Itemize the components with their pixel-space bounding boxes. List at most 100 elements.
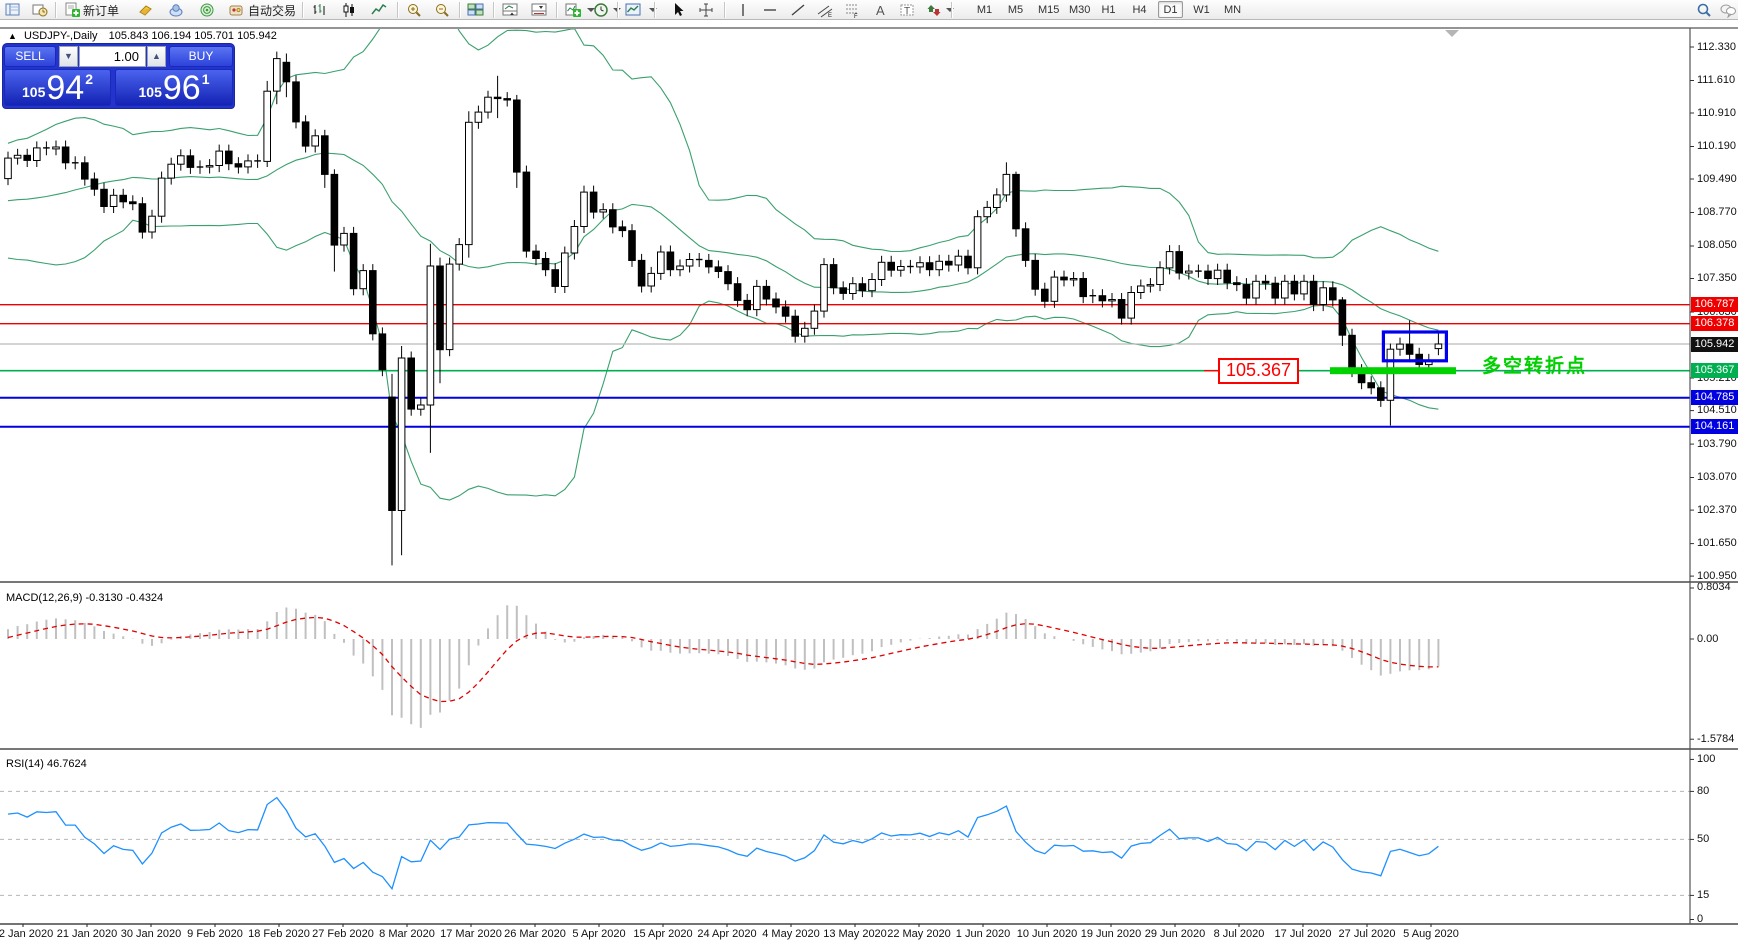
toolbar-separator — [459, 2, 461, 18]
price-tick-label: 109.490 — [1697, 172, 1737, 185]
price-level-badge: 104.161 — [1691, 419, 1738, 435]
toolbar: 新订单 自动交易 E F A T M1 M5 M15 M30 H1 H4 D1 W1 MN — [0, 0, 1738, 20]
timeframe-d1-button[interactable]: D1 — [1158, 1, 1183, 18]
date-tick-label: 15 Apr 2020 — [633, 928, 693, 940]
price-level-badge: 106.787 — [1691, 297, 1738, 313]
sell-price-handle: 105 — [22, 84, 46, 100]
volume-up-button[interactable]: ▲ — [147, 46, 166, 67]
rsi-tick-label: 15 — [1697, 888, 1710, 901]
price-tick-label: 111.610 — [1697, 73, 1736, 86]
timeframe-h1-button[interactable]: H1 — [1096, 1, 1121, 18]
chart-canvas[interactable] — [0, 0, 1738, 946]
timeframe-m5-button[interactable]: M5 — [1003, 1, 1028, 18]
tile-windows-icon[interactable] — [465, 1, 485, 19]
signals-icon[interactable] — [197, 1, 217, 19]
cursor-icon[interactable] — [668, 1, 688, 19]
mt4-window: 新订单 自动交易 E F A T M1 M5 M15 M30 H1 H4 D1 W1 MN ▲ USDJPY… — [0, 0, 1738, 946]
date-tick-label: 27 Jul 2020 — [1338, 928, 1396, 940]
price-level-badge: 105.942 — [1691, 336, 1738, 352]
date-tick-label: 18 Feb 2020 — [248, 928, 310, 940]
toolbar-separator — [951, 2, 953, 18]
support-price-label[interactable]: 105.367 — [1218, 358, 1300, 385]
timeframe-w1-button[interactable]: W1 — [1189, 1, 1214, 18]
trend-turning-point-note[interactable]: 多空转折点 — [1482, 351, 1587, 378]
timeframe-h4-button[interactable]: H4 — [1127, 1, 1152, 18]
price-level-badge: 104.785 — [1691, 390, 1738, 406]
volume-down-button[interactable]: ▼ — [59, 46, 78, 67]
zoom-in-icon[interactable] — [404, 1, 424, 19]
text-icon[interactable]: A — [870, 1, 890, 19]
toolbar-separator — [654, 2, 656, 18]
price-tick-label: 100.950 — [1697, 569, 1737, 582]
rsi-tick-label: 80 — [1697, 784, 1710, 797]
strategy-tester-icon[interactable] — [30, 1, 50, 19]
timeframe-m15-button[interactable]: M15 — [1034, 1, 1063, 18]
toolbar-separator — [493, 2, 495, 18]
date-tick-label: 30 Jan 2020 — [120, 928, 182, 940]
volume-input[interactable] — [79, 46, 146, 67]
date-tick-label: 12 Jan 2020 — [0, 928, 54, 940]
buy-price-handle: 105 — [138, 84, 162, 100]
toolbar-separator — [556, 2, 558, 18]
date-tick-label: 29 Jun 2020 — [1144, 928, 1206, 940]
autotrading-button-label[interactable]: 自动交易 — [248, 1, 296, 19]
price-tick-label: 108.770 — [1697, 206, 1737, 219]
date-tick-label: 26 Mar 2020 — [504, 928, 566, 940]
date-tick-label: 10 Jun 2020 — [1016, 928, 1078, 940]
bar-chart-icon[interactable] — [309, 1, 329, 19]
new-order-button-label[interactable]: 新订单 — [83, 1, 119, 19]
rsi-pane-label: RSI(14) 46.7624 — [6, 758, 87, 770]
price-tick-label: 112.330 — [1697, 40, 1736, 53]
macd-signal-value: -0.4324 — [125, 592, 164, 604]
date-tick-label: 9 Feb 2020 — [187, 928, 243, 940]
metaeditor-icon[interactable] — [135, 1, 155, 19]
macd-tick-label: 0.8034 — [1697, 581, 1731, 594]
template-icon[interactable] — [623, 1, 643, 19]
add-indicator-icon[interactable] — [563, 1, 583, 19]
line-chart-icon[interactable] — [369, 1, 389, 19]
sell-price-button[interactable]: 105 94 2 — [4, 69, 111, 106]
timeframe-m30-button[interactable]: M30 — [1065, 1, 1094, 18]
date-tick-label: 4 May 2020 — [762, 928, 820, 940]
chat-icon[interactable] — [1718, 1, 1738, 19]
caret-icon[interactable] — [643, 1, 663, 19]
macd-tick-label: -1.5784 — [1697, 732, 1735, 745]
buy-button[interactable]: BUY — [169, 46, 233, 67]
price-tick-label: 108.050 — [1697, 239, 1737, 252]
search-icon[interactable] — [1694, 1, 1714, 19]
horizontal-line-icon[interactable] — [760, 1, 780, 19]
chart-shift-marker-icon[interactable] — [1445, 30, 1459, 37]
zoom-out-icon[interactable] — [432, 1, 452, 19]
price-level-badge: 105.367 — [1691, 363, 1738, 379]
caret-icon[interactable] — [940, 1, 960, 19]
date-tick-label: 22 May 2020 — [887, 928, 951, 940]
candlestick-chart-icon[interactable] — [339, 1, 359, 19]
text-label-icon[interactable]: T — [897, 1, 917, 19]
toolbar-separator — [617, 2, 619, 18]
ohlc-readout: 105.843 106.194 105.701 105.942 — [108, 30, 277, 42]
crosshair-icon[interactable] — [696, 1, 716, 19]
price-tick-label: 110.190 — [1697, 139, 1736, 152]
price-tick-label: 103.070 — [1697, 471, 1737, 484]
fibonacci-icon[interactable]: F — [842, 1, 862, 19]
toolbar-separator — [302, 2, 304, 18]
price-tick-label: 107.350 — [1697, 272, 1737, 285]
timeframe-mn-button[interactable]: MN — [1220, 1, 1245, 18]
indicator-window-icon[interactable] — [500, 1, 520, 19]
trendline-icon[interactable] — [788, 1, 808, 19]
autotrading-icon[interactable] — [226, 1, 246, 19]
price-tick-label: 101.650 — [1697, 537, 1737, 550]
new-order-icon[interactable] — [62, 1, 82, 19]
price-tick-label: 103.790 — [1697, 437, 1737, 450]
date-tick-label: 17 Jul 2020 — [1274, 928, 1332, 940]
charts-panel-icon[interactable] — [3, 1, 23, 19]
timeframe-m1-button[interactable]: M1 — [972, 1, 997, 18]
indicator-window2-icon[interactable] — [529, 1, 549, 19]
buy-price-point: 1 — [201, 71, 210, 87]
sell-button[interactable]: SELL — [4, 46, 56, 67]
buy-price-button[interactable]: 105 96 1 — [115, 69, 233, 106]
channel-icon[interactable]: E — [815, 1, 835, 19]
symbol-up-triangle-icon: ▲ — [8, 31, 17, 41]
market-icon[interactable] — [166, 1, 186, 19]
vertical-line-icon[interactable] — [733, 1, 753, 19]
